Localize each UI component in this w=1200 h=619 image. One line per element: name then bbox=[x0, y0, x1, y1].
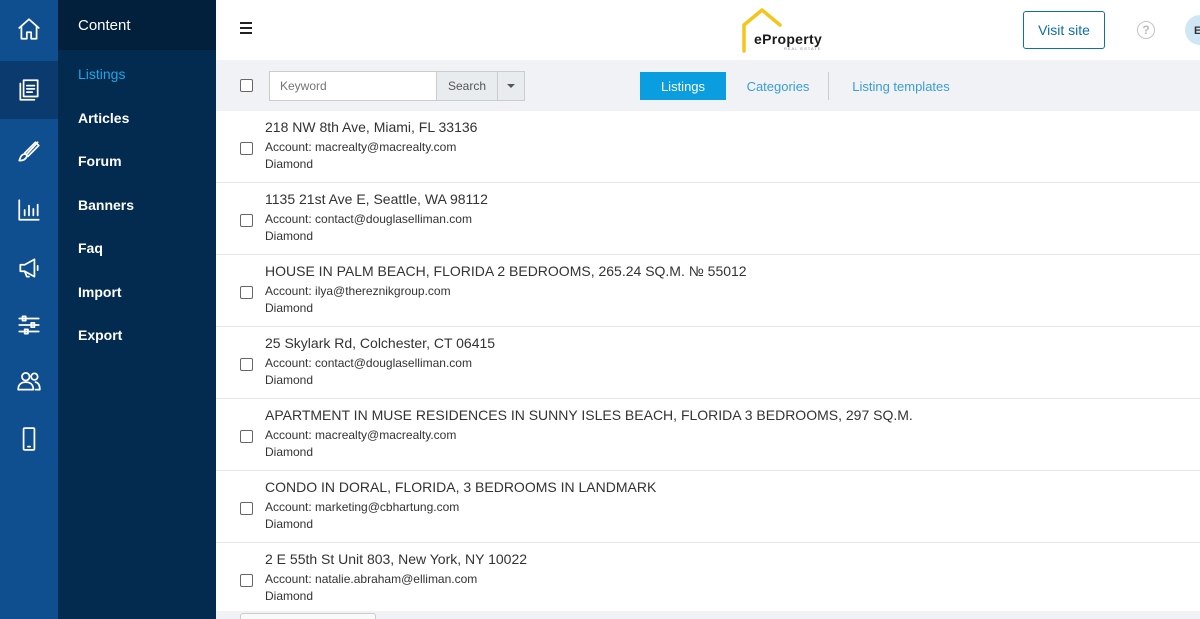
listing-account: Account: marketing@cbhartung.com bbox=[265, 500, 460, 514]
tab-categories[interactable]: Categories bbox=[738, 72, 818, 100]
subnav-item-export[interactable]: Export bbox=[78, 327, 122, 343]
mobile-icon[interactable] bbox=[0, 410, 58, 468]
row-checkbox[interactable] bbox=[240, 358, 253, 371]
tab-listing-templates[interactable]: Listing templates bbox=[842, 72, 960, 100]
keyword-search-input[interactable] bbox=[269, 71, 437, 101]
list-item[interactable]: 218 NW 8th Ave, Miami, FL 33136 Account:… bbox=[216, 111, 1200, 183]
avatar[interactable]: E bbox=[1185, 15, 1200, 45]
listing-account: Account: contact@douglaselliman.com bbox=[265, 356, 472, 370]
subnav-item-import[interactable]: Import bbox=[78, 284, 122, 300]
search-options-dropdown[interactable] bbox=[497, 71, 525, 101]
chart-icon[interactable] bbox=[0, 181, 58, 239]
list-item[interactable]: 25 Skylark Rd, Colchester, CT 06415 Acco… bbox=[216, 327, 1200, 399]
home-icon[interactable] bbox=[0, 0, 58, 58]
list-item[interactable]: HOUSE IN PALM BEACH, FLORIDA 2 BEDROOMS,… bbox=[216, 255, 1200, 327]
listing-plan: Diamond bbox=[265, 301, 314, 315]
row-checkbox[interactable] bbox=[240, 502, 253, 515]
list-item[interactable]: 2 E 55th St Unit 803, New York, NY 10022… bbox=[216, 543, 1200, 615]
listing-account: Account: contact@douglaselliman.com bbox=[265, 212, 472, 226]
listing-title[interactable]: 1135 21st Ave E, Seattle, WA 98112 bbox=[265, 191, 488, 207]
list-item[interactable]: APARTMENT IN MUSE RESIDENCES IN SUNNY IS… bbox=[216, 399, 1200, 471]
list-item[interactable]: 1135 21st Ave E, Seattle, WA 98112 Accou… bbox=[216, 183, 1200, 255]
chevron-down-icon bbox=[507, 84, 515, 88]
subnav-item-forum[interactable]: Forum bbox=[78, 153, 122, 169]
tab-divider bbox=[828, 72, 829, 100]
content-icon[interactable] bbox=[0, 61, 58, 119]
tab-listings[interactable]: Listings bbox=[640, 72, 726, 100]
subnav-item-banners[interactable]: Banners bbox=[78, 197, 134, 213]
row-checkbox[interactable] bbox=[240, 286, 253, 299]
listing-plan: Diamond bbox=[265, 517, 314, 531]
listing-title[interactable]: 218 NW 8th Ave, Miami, FL 33136 bbox=[265, 119, 477, 135]
subnav-item-faq[interactable]: Faq bbox=[78, 240, 103, 256]
pagination-stub[interactable] bbox=[240, 613, 376, 619]
sliders-icon[interactable] bbox=[0, 296, 58, 354]
listing-plan: Diamond bbox=[265, 157, 314, 171]
subnav-item-articles[interactable]: Articles bbox=[78, 110, 129, 126]
megaphone-icon[interactable] bbox=[0, 239, 58, 297]
listing-account: Account: ilya@thereznikgroup.com bbox=[265, 284, 451, 298]
listings-list: 218 NW 8th Ave, Miami, FL 33136 Account:… bbox=[216, 111, 1200, 611]
select-all-checkbox[interactable] bbox=[240, 79, 253, 92]
listing-title[interactable]: APARTMENT IN MUSE RESIDENCES IN SUNNY IS… bbox=[265, 407, 913, 423]
listing-title[interactable]: 25 Skylark Rd, Colchester, CT 06415 bbox=[265, 335, 495, 351]
listing-title[interactable]: CONDO IN DORAL, FLORIDA, 3 BEDROOMS IN L… bbox=[265, 479, 656, 495]
logo-subtext: REAL ESTATE bbox=[784, 46, 822, 51]
listing-plan: Diamond bbox=[265, 229, 314, 243]
listing-title[interactable]: 2 E 55th St Unit 803, New York, NY 10022 bbox=[265, 551, 527, 567]
listing-account: Account: macrealty@macrealty.com bbox=[265, 140, 457, 154]
help-icon[interactable]: ? bbox=[1137, 21, 1155, 39]
subnav-title: Content bbox=[58, 0, 216, 50]
listing-plan: Diamond bbox=[265, 589, 314, 603]
row-checkbox[interactable] bbox=[240, 142, 253, 155]
list-item[interactable]: CONDO IN DORAL, FLORIDA, 3 BEDROOMS IN L… bbox=[216, 471, 1200, 543]
listing-account: Account: natalie.abraham@elliman.com bbox=[265, 572, 478, 586]
listing-plan: Diamond bbox=[265, 445, 314, 459]
listing-plan: Diamond bbox=[265, 373, 314, 387]
subnav-item-listings[interactable]: Listings bbox=[78, 66, 125, 82]
logo-text: eProperty bbox=[754, 31, 823, 47]
users-icon[interactable] bbox=[0, 352, 58, 410]
row-checkbox[interactable] bbox=[240, 214, 253, 227]
hamburger-menu-icon[interactable] bbox=[240, 22, 252, 34]
row-checkbox[interactable] bbox=[240, 574, 253, 587]
row-checkbox[interactable] bbox=[240, 430, 253, 443]
icon-rail bbox=[0, 0, 58, 619]
search-button[interactable]: Search bbox=[436, 71, 498, 101]
content-subnav: Content Listings Articles Forum Banners … bbox=[58, 0, 216, 619]
listing-account: Account: macrealty@macrealty.com bbox=[265, 428, 457, 442]
brush-icon[interactable] bbox=[0, 123, 58, 181]
listing-title[interactable]: HOUSE IN PALM BEACH, FLORIDA 2 BEDROOMS,… bbox=[265, 263, 747, 279]
visit-site-button[interactable]: Visit site bbox=[1023, 11, 1105, 49]
listings-toolbar: Search Listings Categories Listing templ… bbox=[216, 60, 1200, 111]
top-header: eProperty REAL ESTATE Visit site ? E bbox=[216, 0, 1200, 60]
eproperty-logo[interactable]: eProperty REAL ESTATE bbox=[740, 7, 840, 53]
